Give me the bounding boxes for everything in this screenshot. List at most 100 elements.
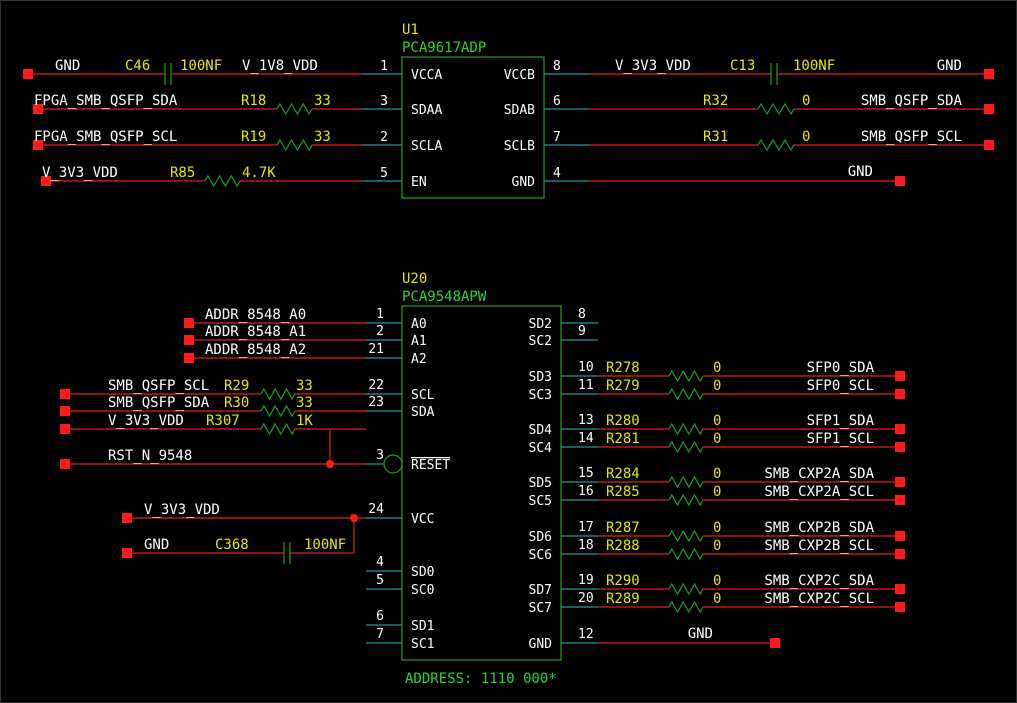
addr-port[interactable] — [184, 318, 194, 328]
resistor-refdes: R288 — [606, 538, 640, 554]
u20-left-pin-number: 23 — [368, 395, 384, 410]
u1-right-pin-number: 8 — [553, 59, 561, 74]
u20-right-pin-name: SC4 — [529, 441, 553, 456]
gnd-port[interactable] — [984, 69, 994, 79]
u20-right-pin-name: SC3 — [529, 388, 552, 403]
u20-right-resistor — [668, 369, 704, 383]
resistor-value: 0 — [713, 466, 721, 482]
channel-port[interactable] — [895, 424, 905, 434]
u20-left-pin-name: SC1 — [411, 637, 434, 652]
u20-right-pin-number: 11 — [578, 378, 594, 393]
addr-port[interactable] — [184, 335, 194, 345]
channel-port[interactable] — [895, 442, 905, 452]
junction-dot — [326, 460, 334, 468]
u20-right-pin-number: 16 — [578, 484, 594, 499]
u20-right-pin-number: 14 — [578, 431, 594, 446]
u20-left-pin-number: 5 — [376, 573, 384, 588]
r18-value: 33 — [314, 93, 331, 109]
r32-refdes: R32 — [703, 93, 728, 109]
u1-left-pin-name: EN — [411, 175, 427, 190]
net-label: SMB_QSFP_SCL — [861, 129, 962, 145]
schematic-canvas: U1 PCA9617ADP 1 VCCA 8 VCCB 3 SDAA 6 SDAB 2 SCLA 7 SC… — [0, 0, 1017, 703]
c13-capacitor — [770, 63, 778, 85]
u1-right-pin-name: SDAB — [504, 103, 535, 118]
channel-port[interactable] — [895, 584, 905, 594]
u20-right-resistor — [668, 493, 704, 507]
resistor-value: 0 — [713, 591, 721, 607]
vcc-port[interactable] — [122, 513, 132, 523]
resistor-value: 33 — [296, 378, 313, 394]
u20-right-pin-number: 19 — [578, 573, 594, 588]
u20-refdes: U20 — [402, 271, 427, 287]
u20-right-pin-number: 9 — [578, 324, 586, 339]
channel-port[interactable] — [895, 602, 905, 612]
gnd-port[interactable] — [122, 548, 132, 558]
net-port[interactable] — [60, 389, 70, 399]
net-label: SMB_CXP2B_SCL — [764, 538, 874, 554]
u20-left-pin-number: 22 — [368, 378, 384, 393]
net-label: SFP0_SCL — [807, 378, 874, 394]
u20-left-pin-name: RESET — [411, 458, 450, 473]
net-label-gnd: GND — [55, 58, 80, 74]
u20-left-pin-number: 1 — [376, 307, 384, 322]
net-label: SMB_QSFP_SDA — [861, 93, 963, 109]
resistor-refdes: R30 — [224, 395, 249, 411]
u1-left-pin-name: VCCA — [411, 68, 442, 83]
u1-left-pin-number: 2 — [380, 130, 388, 145]
u1-part-number: PCA9617ADP — [402, 40, 486, 56]
channel-port[interactable] — [895, 477, 905, 487]
net-port[interactable] — [60, 406, 70, 416]
u20-right-pin-name: SD3 — [529, 370, 552, 385]
resistor-value: 33 — [296, 395, 313, 411]
u20-right-pin-name: SD7 — [529, 583, 552, 598]
u20-right-pin-number: 12 — [578, 627, 594, 642]
u1-refdes: U1 — [402, 22, 419, 38]
u1-right-pin-name: GND — [512, 175, 536, 190]
gnd-port[interactable] — [895, 176, 905, 186]
r18-resistor — [276, 102, 313, 116]
r85-refdes: R85 — [170, 165, 195, 181]
u1-left-pin-name: SDAA — [411, 103, 442, 118]
reset-port[interactable] — [60, 459, 70, 469]
resistor-value: 0 — [713, 378, 721, 394]
u20-right-pin-number: 15 — [578, 466, 594, 481]
channel-port[interactable] — [895, 495, 905, 505]
channel-port[interactable] — [895, 371, 905, 381]
resistor-value: 0 — [713, 538, 721, 554]
resistor-refdes: R287 — [606, 520, 640, 536]
gnd-port[interactable] — [23, 69, 33, 79]
net-port-r32[interactable] — [984, 104, 994, 114]
u20-right-resistor — [668, 440, 704, 454]
net-port-r31[interactable] — [984, 140, 994, 150]
net-label: SMB_QSFP_SCL — [108, 378, 209, 394]
u1-right-pin-number: 7 — [553, 130, 561, 145]
addr-port[interactable] — [184, 353, 194, 363]
gnd-port[interactable] — [770, 638, 780, 648]
r85-value: 4.7K — [242, 165, 276, 181]
c46-capacitor — [164, 63, 172, 85]
u20-right-pin-number: 8 — [578, 307, 586, 322]
c46-value: 100NF — [180, 58, 222, 74]
u20-right-resistor — [668, 422, 704, 436]
channel-port[interactable] — [895, 531, 905, 541]
u20-right-resistor — [668, 582, 704, 596]
r18-refdes: R18 — [241, 93, 266, 109]
c46-refdes: C46 — [125, 58, 150, 74]
resistor-refdes: R290 — [606, 573, 640, 589]
u20-left-pin-name: SCL — [411, 388, 435, 403]
net-port[interactable] — [60, 424, 70, 434]
u20-left-pin-number: 2 — [376, 324, 384, 339]
resistor-refdes: R289 — [606, 591, 640, 607]
net-label: SMB_CXP2C_SDA — [764, 573, 874, 589]
u20-left-pin-name: SD0 — [411, 565, 434, 580]
reset-inverter-bubble — [383, 454, 403, 474]
u20-left-pin-number: 4 — [376, 555, 384, 570]
net-label-gnd: GND — [848, 164, 873, 180]
r32-value: 0 — [802, 93, 810, 109]
channel-port[interactable] — [895, 389, 905, 399]
u20-left-pin-name: A0 — [411, 317, 427, 332]
u20-right-pin-name: SD4 — [529, 423, 553, 438]
net-label: SMB_CXP2A_SDA — [764, 466, 874, 482]
u20-right-pin-name: GND — [529, 637, 553, 652]
channel-port[interactable] — [895, 549, 905, 559]
